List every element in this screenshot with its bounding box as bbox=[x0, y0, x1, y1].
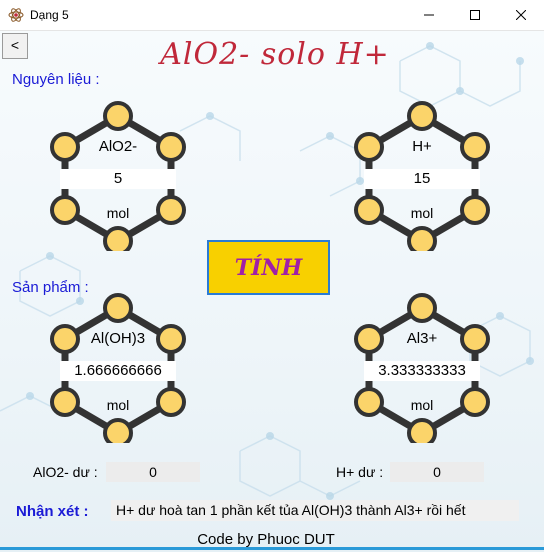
alo2-excess-label: AlO2- dư : bbox=[33, 464, 98, 480]
reactant-unit: mol bbox=[106, 205, 130, 221]
minimize-button[interactable] bbox=[406, 0, 452, 30]
reactant-card-alo2: AlO2- 5 mol bbox=[38, 101, 198, 251]
alo2-excess-field: 0 bbox=[106, 462, 200, 482]
close-button[interactable] bbox=[498, 0, 544, 30]
reactant-name: AlO2- bbox=[98, 138, 138, 155]
product-unit: mol bbox=[410, 397, 434, 413]
main-content: < AlO2- solo H+ Nguyên liệu : AlO2- 5 mo… bbox=[0, 31, 544, 552]
inputs-label: Nguyên liệu : bbox=[12, 71, 100, 88]
app-title: AlO2- solo H+ bbox=[160, 37, 390, 72]
product-name: Al3+ bbox=[406, 330, 438, 347]
product-card-al3: Al3+ 3.333333333 mol bbox=[342, 293, 502, 443]
product-unit: mol bbox=[106, 397, 130, 413]
footer-credit: Code by Phuoc DUT bbox=[197, 531, 335, 548]
atom-icon bbox=[8, 8, 24, 22]
close-icon bbox=[516, 10, 526, 20]
reactant-card-h: H+ 15 mol bbox=[342, 101, 502, 251]
reactant-name: H+ bbox=[412, 138, 432, 155]
reactant-amount-input[interactable]: 5 bbox=[60, 169, 176, 189]
reactant-amount-input[interactable]: 15 bbox=[364, 169, 480, 189]
product-amount-field: 3.333333333 bbox=[364, 361, 480, 381]
product-card-aloh3: Al(OH)3 1.666666666 mol bbox=[38, 293, 198, 443]
reactant-unit: mol bbox=[410, 205, 434, 221]
maximize-button[interactable] bbox=[452, 0, 498, 30]
title-bar: Dạng 5 bbox=[0, 0, 544, 31]
h-excess-label: H+ dư : bbox=[336, 464, 384, 480]
remark-field: H+ dư hoà tan 1 phần kết tủa Al(OH)3 thà… bbox=[111, 500, 519, 521]
window-title: Dạng 5 bbox=[30, 8, 69, 22]
minimize-icon bbox=[424, 14, 434, 16]
remark-label: Nhận xét : bbox=[16, 503, 89, 520]
calculate-button[interactable]: TÍNH bbox=[207, 240, 330, 295]
h-excess-field: 0 bbox=[390, 462, 484, 482]
bottom-accent-line bbox=[0, 547, 544, 550]
product-name: Al(OH)3 bbox=[90, 330, 146, 347]
back-button[interactable]: < bbox=[2, 33, 28, 59]
maximize-icon bbox=[470, 10, 480, 20]
product-amount-field: 1.666666666 bbox=[60, 361, 176, 381]
